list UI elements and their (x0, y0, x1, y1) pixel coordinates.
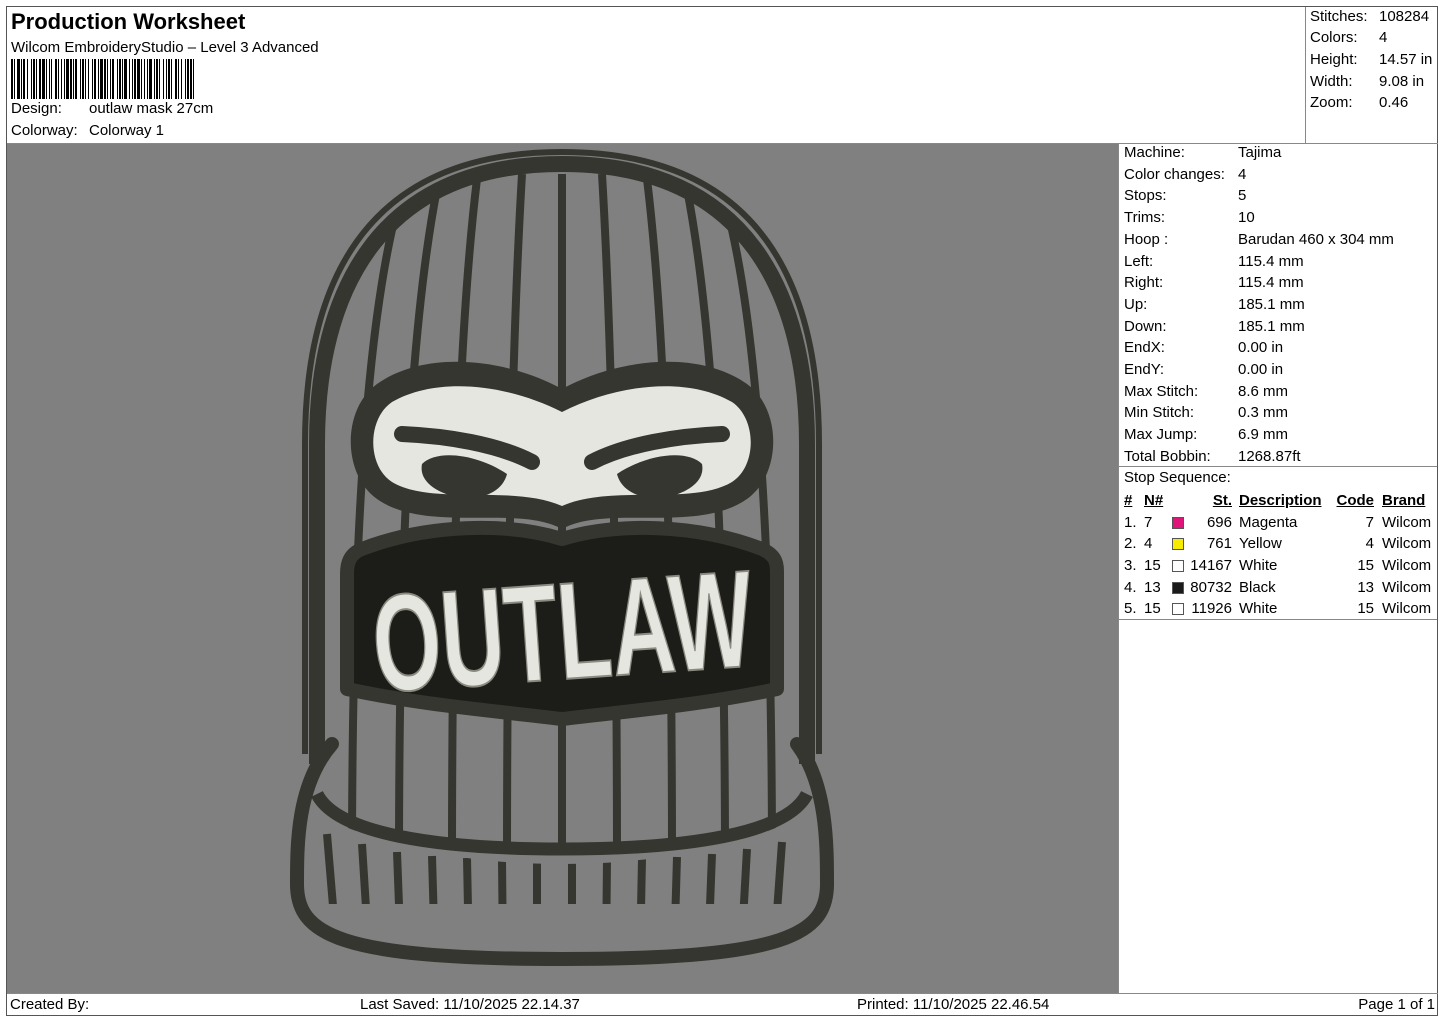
color-swatch (1172, 603, 1184, 616)
machine-info-row: EndY: 0.00 in (1124, 361, 1284, 378)
machine-info-row: Right: 115.4 mm (1124, 274, 1304, 292)
table-header-row: # N# St. Description Code Brand (1124, 492, 1426, 509)
last-saved: Last Saved: 11/10/2025 22.14.37 (360, 996, 580, 1013)
machine-info-row: Max Stitch: 8.6 mm (1124, 382, 1289, 400)
stop-sequence-title: Stop Sequence: (1124, 469, 1231, 486)
machine-info-row: Max Jump: 6.9 mm (1124, 426, 1289, 444)
summary-row: Width: 9.08 in (1310, 73, 1425, 90)
table-divider (1119, 619, 1437, 620)
color-swatch (1172, 581, 1184, 594)
color-swatch (1172, 560, 1184, 573)
machine-info-row: Down: 185.1 mm (1124, 317, 1305, 335)
page-title: Production Worksheet (11, 9, 246, 34)
summary-row: Colors: 4 (1310, 29, 1388, 46)
machine-info-row: Left: 115.4 mm (1124, 252, 1304, 270)
table-row: 2. 4 761 Yellow 4 Wilcom (1124, 535, 1432, 553)
machine-info-row: Machine: Tajima (1124, 144, 1282, 161)
stop-rows: 1. 7 696 Magenta 7 Wilcom 2. 4 761 Yellow 4 Wilcom 3… (1124, 514, 1436, 622)
summary-row: Zoom: 0.46 (1310, 94, 1409, 111)
outlaw-text: OUTLAW (368, 542, 758, 722)
summary-row: Height: 14.57 in (1310, 51, 1433, 68)
color-swatch (1172, 516, 1184, 529)
colorway-value: Colorway 1 (89, 122, 165, 139)
design-value: outlaw mask 27cm (89, 100, 214, 117)
design-preview: OUTLAW (7, 144, 1119, 993)
table-row: 4. 13 80732 Black 13 Wilcom (1124, 578, 1432, 596)
design-summary: Stitches: 108284 Colors: 4 Height: 14.57 in… (1305, 7, 1438, 143)
machine-info-row: Trims: 10 (1124, 209, 1255, 227)
summary-row: Stitches: 108284 (1310, 8, 1430, 25)
design-row: Design: outlaw mask 27cm (11, 100, 213, 117)
colorway-label: Colorway: (11, 122, 78, 139)
machine-info-row: Hoop : Barudan 460 x 304 mm (1124, 230, 1394, 248)
table-row: 1. 7 696 Magenta 7 Wilcom (1124, 513, 1432, 531)
colorway-row: Colorway: Colorway 1 (11, 122, 164, 139)
machine-info-row: EndX: 0.00 in (1124, 339, 1284, 357)
barcode-bar (194, 59, 196, 99)
embroidery-design: OUTLAW (289, 149, 835, 967)
design-label: Design: (11, 100, 62, 117)
machine-info-row: Color changes: 4 (1124, 165, 1247, 183)
machine-info-row: Min Stitch: 0.3 mm (1124, 404, 1289, 422)
machine-info-row: Stops: 5 (1124, 187, 1247, 205)
created-by: Created By: (10, 996, 90, 1013)
printed-date: Printed: 11/10/2025 22.46.54 (857, 996, 1050, 1013)
machine-info-row: Up: 185.1 mm (1124, 295, 1305, 313)
stop-divider (1119, 466, 1437, 467)
worksheet-header: Production Worksheet Wilcom EmbroiderySt… (7, 7, 1305, 143)
table-row: 3. 15 14167 White 15 Wilcom (1124, 557, 1432, 575)
software-name: Wilcom EmbroideryStudio – Level 3 Advanc… (11, 39, 319, 56)
stop-sequence-table: # N# St. Description Code Brand 1. 7 696 Ma… (1124, 492, 1436, 622)
footer: Created By: Last Saved: 11/10/2025 22.14… (7, 993, 1438, 1017)
machine-panel: Machine: Tajima Color changes: 4 Stops: 5 Trim… (1119, 144, 1437, 993)
page-number: Page 1 of 1 (1358, 996, 1435, 1013)
machine-info-row: Total Bobbin: 1268.87ft (1124, 447, 1301, 465)
color-swatch (1172, 538, 1184, 551)
barcode (11, 59, 323, 99)
